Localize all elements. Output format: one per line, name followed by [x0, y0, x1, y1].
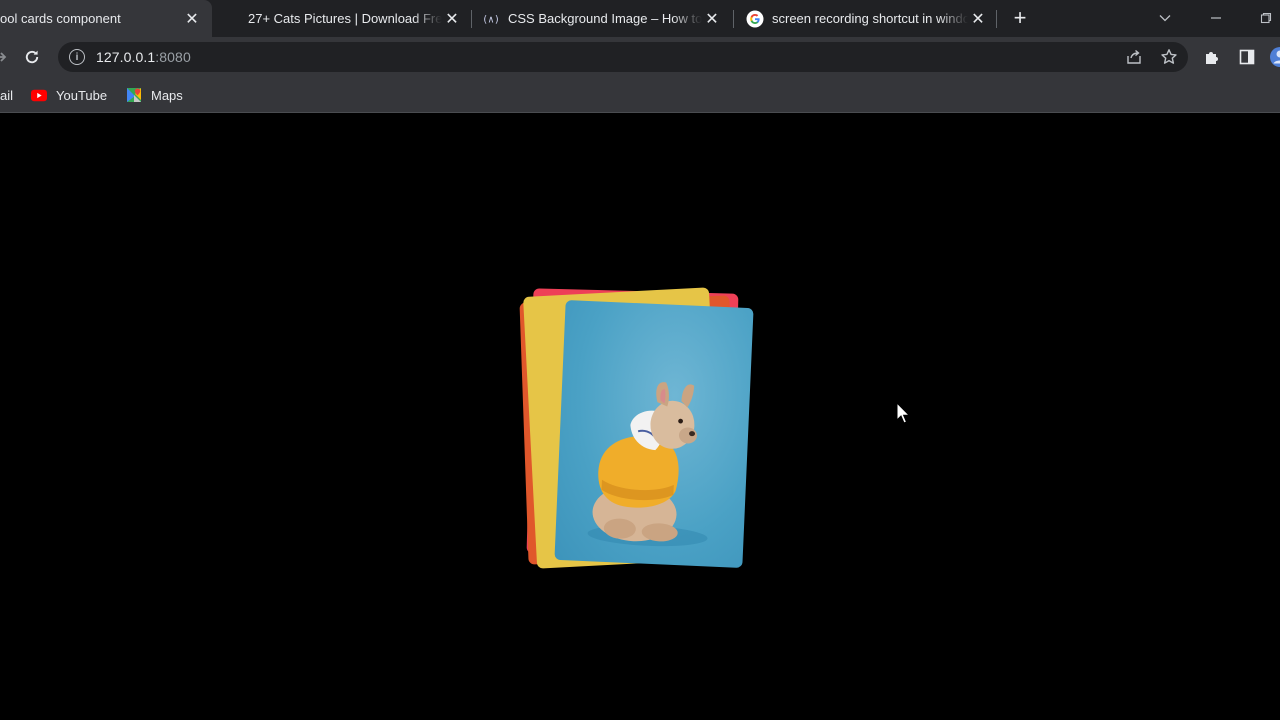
tab-separator: [733, 10, 734, 28]
tab-close-icon[interactable]: ✕: [702, 9, 722, 29]
minimize-icon[interactable]: [1204, 6, 1228, 30]
restore-icon[interactable]: [1254, 6, 1278, 30]
tab-css-background[interactable]: (∧) CSS Background Image – How to ✕: [482, 0, 728, 37]
forward-icon[interactable]: [0, 43, 14, 71]
freecodecamp-icon: (∧): [482, 10, 500, 28]
tab-title: CSS Background Image – How to: [508, 11, 702, 26]
tab-close-icon[interactable]: ✕: [182, 9, 202, 29]
tab-title: ool cards component: [0, 11, 121, 26]
tab-strip: ool cards component ✕ 27+ Cats Pictures …: [0, 0, 1280, 37]
maps-icon: [126, 87, 142, 103]
card-dog-photo[interactable]: [554, 300, 754, 568]
tab-separator: [471, 10, 472, 28]
site-info-icon[interactable]: i: [69, 49, 85, 65]
tab-close-icon[interactable]: ✕: [442, 9, 462, 29]
url-port: :8080: [155, 49, 191, 65]
share-icon[interactable]: [1120, 43, 1148, 71]
mouse-cursor-icon: [896, 402, 911, 424]
youtube-icon: [31, 87, 47, 103]
tab-screen-recording[interactable]: screen recording shortcut in windows ✕: [746, 0, 990, 37]
browser-toolbar: i 127.0.0.1:8080: [0, 37, 1280, 78]
url-text: 127.0.0.1:8080: [96, 49, 191, 65]
dog-photo-image: [587, 382, 708, 547]
bookmark-youtube[interactable]: YouTube: [31, 85, 107, 105]
tab-search-icon[interactable]: [1153, 6, 1177, 30]
tab-separator: [996, 10, 997, 28]
tab-title: 27+ Cats Pictures | Download Free: [248, 11, 442, 26]
profile-avatar-icon[interactable]: [1266, 43, 1280, 71]
google-icon: [746, 10, 764, 28]
svg-text:(∧): (∧): [482, 14, 500, 25]
bookmark-label: YouTube: [56, 87, 108, 103]
new-tab-button[interactable]: +: [1008, 7, 1032, 31]
reload-icon[interactable]: [18, 43, 46, 71]
bookmark-label: ail: [0, 87, 14, 103]
bookmark-gmail[interactable]: ail: [0, 85, 13, 105]
bookmark-maps[interactable]: Maps: [126, 85, 183, 105]
extensions-icon[interactable]: [1198, 43, 1226, 71]
url-host: 127.0.0.1: [96, 49, 156, 65]
tab-title: screen recording shortcut in windows: [772, 11, 968, 26]
tab-close-icon[interactable]: ✕: [968, 9, 988, 29]
side-panel-icon[interactable]: [1233, 43, 1261, 71]
tab-cats-pictures[interactable]: 27+ Cats Pictures | Download Free ✕: [232, 0, 468, 37]
address-bar[interactable]: i 127.0.0.1:8080: [58, 42, 1188, 72]
tab-cards-component[interactable]: ool cards component ✕: [0, 0, 212, 37]
bookmarks-bar: ail YouTube Maps: [0, 78, 1280, 113]
bookmark-star-icon[interactable]: [1155, 43, 1183, 71]
page-viewport: [0, 114, 1280, 720]
bookmark-label: Maps: [151, 87, 183, 103]
